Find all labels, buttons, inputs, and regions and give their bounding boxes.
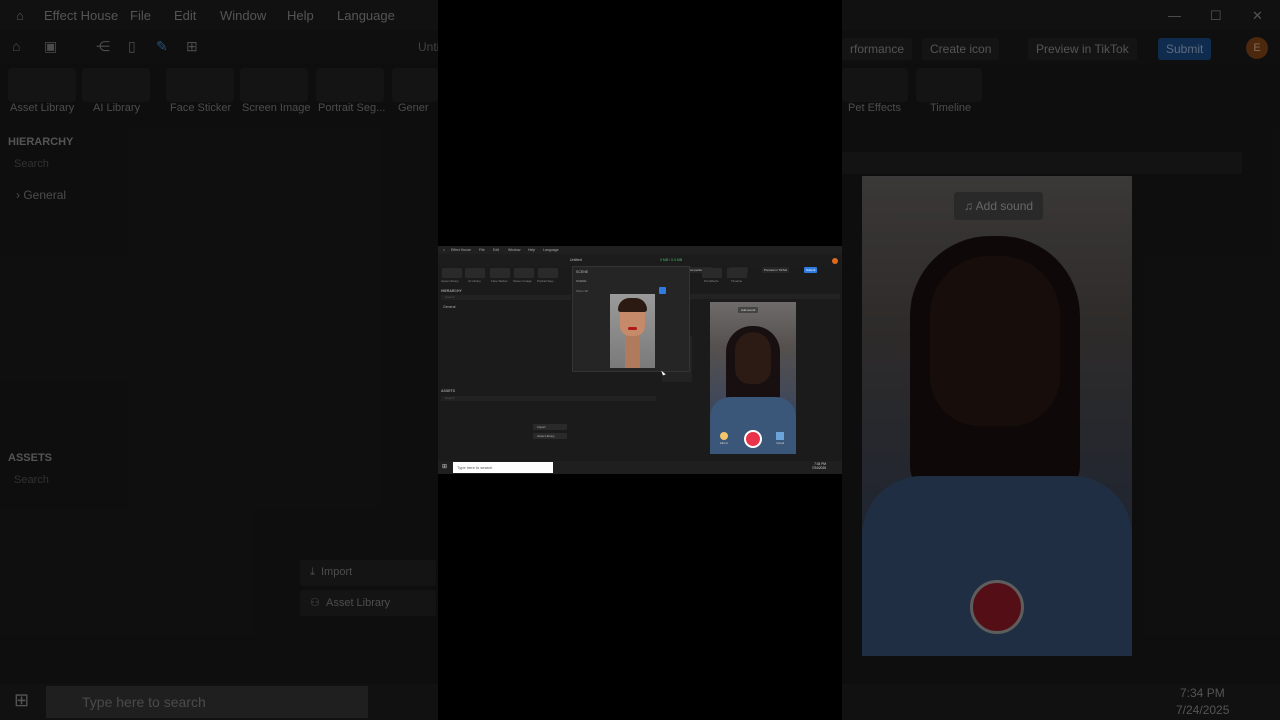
scene-show-3d-toggle[interactable]: Show 3D: [576, 289, 588, 293]
mini-doc-title: Untitled: [570, 258, 582, 262]
mini-effects-icon[interactable]: [720, 432, 728, 440]
mini-avatar[interactable]: [832, 258, 838, 264]
mini-hierarchy-title: HIERARCHY: [441, 289, 462, 293]
mini-submit-button[interactable]: Submit: [804, 267, 818, 273]
mini-preview-phone: Add sound Effects Upload: [710, 302, 796, 454]
scene-3d-face-model: [610, 294, 655, 368]
mini-import-button[interactable]: Import: [533, 424, 567, 430]
mini-upload-icon[interactable]: [776, 432, 784, 440]
mini-tool-timeline[interactable]: [727, 268, 747, 278]
mini-tool-ai-library-label: AI Library: [468, 279, 481, 283]
mini-tool-pet-effects-label: Pet Effects: [704, 279, 719, 283]
mini-preview-tiktok-button[interactable]: Preview in TikTok: [762, 267, 790, 273]
mini-taskbar-clock: 7:34 PM 7/24/2025: [812, 462, 826, 470]
mini-menu-edit[interactable]: Edit: [493, 248, 499, 252]
scene-transform-icon[interactable]: [659, 287, 666, 294]
mini-tool-portrait-seg-label: Portrait Seg...: [537, 279, 556, 283]
mini-record-button[interactable]: [744, 430, 762, 448]
mini-menubar: ⌂ Effect House File Edit Window Help Lan…: [438, 246, 842, 254]
mini-tool-asset-library-label: Asset Library: [441, 279, 459, 283]
mini-menu-file[interactable]: File: [479, 248, 485, 252]
scene-panel-tab[interactable]: SCENE: [576, 279, 586, 283]
mini-tool-face-sticker-label: Face Sticker: [491, 279, 508, 283]
mini-asset-library-button[interactable]: Asset Library: [533, 433, 567, 439]
face-neck: [625, 334, 640, 368]
mini-menu-help[interactable]: Help: [528, 248, 535, 252]
mini-tool-screen-image[interactable]: [514, 268, 534, 278]
preview-head: [735, 332, 771, 384]
mini-assets-title: ASSETS: [441, 389, 456, 393]
mini-performance-value: 0 MB / 0.0 MB: [660, 258, 683, 262]
mini-toolbar: Untitled 0 MB / 0.0 MB Test performance …: [438, 254, 842, 273]
mini-hierarchy-search[interactable]: Search: [441, 295, 571, 300]
scene-panel-title: SCENE: [576, 270, 589, 274]
mini-windows-icon[interactable]: ⊞: [442, 463, 447, 470]
mini-tool-face-sticker[interactable]: [490, 268, 510, 278]
mini-menu-language[interactable]: Language: [543, 248, 559, 252]
mini-tool-portrait-seg[interactable]: [538, 268, 558, 278]
face-lips: [628, 327, 637, 330]
mini-tool-pet-effects[interactable]: [702, 268, 722, 278]
mini-tool-ai-library[interactable]: [465, 268, 485, 278]
mini-logo-icon: ⌂: [443, 248, 446, 252]
mini-hierarchy-item-general[interactable]: General: [443, 305, 455, 309]
mini-preview-header: [690, 294, 840, 299]
mini-tool-screen-image-label: Screen Image: [513, 279, 532, 283]
mini-add-sound-button[interactable]: Add sound: [738, 307, 759, 313]
mini-taskbar-search[interactable]: Type here to search: [453, 462, 553, 473]
mini-assets-search[interactable]: Search: [441, 396, 656, 401]
mini-menu-window[interactable]: Window: [508, 248, 520, 252]
mini-tool-timeline-label: Timeline: [731, 279, 743, 283]
mini-app-title: Effect House: [451, 248, 471, 252]
mini-tool-asset-library[interactable]: [442, 268, 462, 278]
mini-taskbar: ⊞ Type here to search 7:34 PM 7/24/2025: [438, 461, 842, 474]
mini-effects-label: Effects: [720, 442, 728, 445]
mini-upload-label: Upload: [776, 442, 785, 445]
face-hair: [618, 298, 647, 312]
mini-taskbar-date: 7/24/2025: [811, 466, 826, 470]
